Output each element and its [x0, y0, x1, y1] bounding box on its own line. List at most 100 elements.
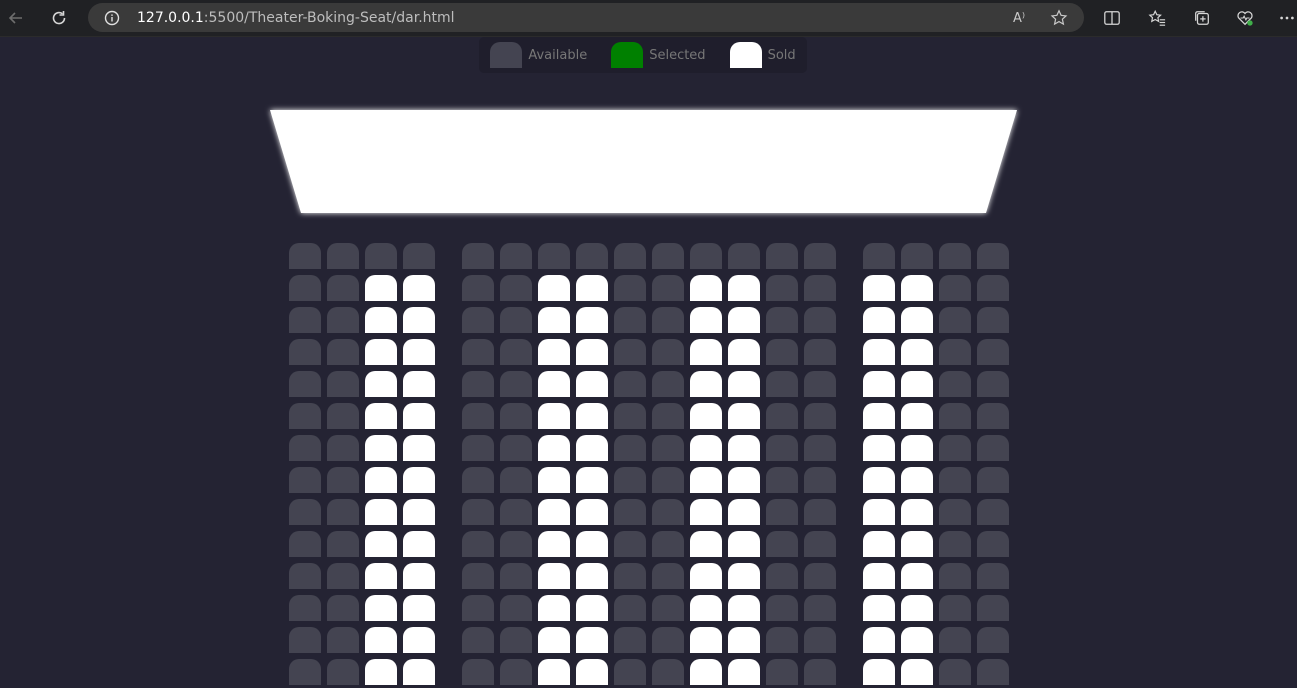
seat-available[interactable] — [614, 499, 646, 525]
favorite-star-icon[interactable] — [1050, 9, 1068, 27]
seat-available[interactable] — [804, 595, 836, 621]
seat-available[interactable] — [977, 243, 1009, 269]
seat-available[interactable] — [327, 531, 359, 557]
seat-available[interactable] — [327, 595, 359, 621]
seat-available[interactable] — [500, 595, 532, 621]
seat-available[interactable] — [614, 435, 646, 461]
seat-available[interactable] — [977, 563, 1009, 589]
seat-available[interactable] — [462, 499, 494, 525]
browser-essentials-icon[interactable] — [1234, 7, 1256, 29]
seat-available[interactable] — [804, 275, 836, 301]
seat-available[interactable] — [939, 339, 971, 365]
seat-available[interactable] — [977, 435, 1009, 461]
seat-available[interactable] — [652, 659, 684, 685]
seat-available[interactable] — [652, 307, 684, 333]
read-aloud-icon[interactable]: A⁾ — [1010, 9, 1028, 27]
seat-available[interactable] — [652, 339, 684, 365]
seat-available[interactable] — [289, 627, 321, 653]
seat-available[interactable] — [500, 403, 532, 429]
seat-available[interactable] — [500, 275, 532, 301]
seat-available[interactable] — [766, 435, 798, 461]
seat-available[interactable] — [766, 499, 798, 525]
seat-available[interactable] — [500, 659, 532, 685]
seat-available[interactable] — [500, 307, 532, 333]
seat-available[interactable] — [652, 403, 684, 429]
seat-available[interactable] — [939, 659, 971, 685]
seat-available[interactable] — [939, 243, 971, 269]
seat-available[interactable] — [500, 531, 532, 557]
seat-available[interactable] — [462, 275, 494, 301]
seat-available[interactable] — [766, 307, 798, 333]
seat-available[interactable] — [804, 307, 836, 333]
seat-available[interactable] — [939, 627, 971, 653]
favorites-icon[interactable] — [1146, 7, 1168, 29]
seat-available[interactable] — [766, 403, 798, 429]
seat-available[interactable] — [462, 467, 494, 493]
seat-available[interactable] — [804, 563, 836, 589]
seat-available[interactable] — [289, 403, 321, 429]
seat-available[interactable] — [766, 627, 798, 653]
seat-available[interactable] — [652, 627, 684, 653]
seat-available[interactable] — [289, 435, 321, 461]
seat-available[interactable] — [977, 659, 1009, 685]
seat-available[interactable] — [939, 499, 971, 525]
seat-available[interactable] — [289, 531, 321, 557]
seat-available[interactable] — [576, 243, 608, 269]
seat-available[interactable] — [939, 371, 971, 397]
seat-available[interactable] — [977, 627, 1009, 653]
seat-available[interactable] — [614, 467, 646, 493]
seat-available[interactable] — [652, 563, 684, 589]
seat-available[interactable] — [939, 307, 971, 333]
seat-available[interactable] — [804, 627, 836, 653]
seat-available[interactable] — [327, 563, 359, 589]
seat-available[interactable] — [500, 243, 532, 269]
seat-available[interactable] — [804, 435, 836, 461]
seat-available[interactable] — [538, 243, 570, 269]
seat-available[interactable] — [289, 659, 321, 685]
seat-available[interactable] — [939, 467, 971, 493]
seat-available[interactable] — [289, 307, 321, 333]
seat-available[interactable] — [462, 595, 494, 621]
seat-available[interactable] — [863, 243, 895, 269]
seat-available[interactable] — [327, 371, 359, 397]
seat-available[interactable] — [977, 339, 1009, 365]
seat-available[interactable] — [614, 531, 646, 557]
seat-available[interactable] — [766, 243, 798, 269]
seat-available[interactable] — [977, 371, 1009, 397]
seat-available[interactable] — [766, 339, 798, 365]
seat-available[interactable] — [939, 531, 971, 557]
seat-available[interactable] — [614, 371, 646, 397]
seat-available[interactable] — [500, 467, 532, 493]
seat-available[interactable] — [289, 467, 321, 493]
seat-available[interactable] — [690, 243, 722, 269]
seat-available[interactable] — [462, 563, 494, 589]
seat-available[interactable] — [652, 467, 684, 493]
seat-available[interactable] — [977, 307, 1009, 333]
seat-available[interactable] — [462, 339, 494, 365]
address-bar[interactable]: 127.0.0.1:5500/Theater-Boking-Seat/dar.h… — [88, 3, 1084, 32]
seat-available[interactable] — [614, 339, 646, 365]
seat-available[interactable] — [766, 595, 798, 621]
seat-available[interactable] — [766, 563, 798, 589]
seat-available[interactable] — [804, 659, 836, 685]
seat-available[interactable] — [403, 243, 435, 269]
seat-available[interactable] — [614, 563, 646, 589]
seat-available[interactable] — [327, 339, 359, 365]
split-screen-icon[interactable] — [1101, 7, 1123, 29]
seat-available[interactable] — [977, 531, 1009, 557]
seat-available[interactable] — [977, 499, 1009, 525]
seat-available[interactable] — [652, 243, 684, 269]
seat-available[interactable] — [327, 435, 359, 461]
seat-available[interactable] — [939, 595, 971, 621]
seat-available[interactable] — [462, 371, 494, 397]
seat-available[interactable] — [939, 403, 971, 429]
seat-available[interactable] — [500, 435, 532, 461]
seat-available[interactable] — [614, 403, 646, 429]
seat-available[interactable] — [728, 243, 760, 269]
refresh-button[interactable] — [45, 4, 73, 32]
seat-available[interactable] — [614, 627, 646, 653]
seat-available[interactable] — [500, 339, 532, 365]
seat-available[interactable] — [652, 275, 684, 301]
seat-available[interactable] — [804, 339, 836, 365]
seat-available[interactable] — [462, 659, 494, 685]
